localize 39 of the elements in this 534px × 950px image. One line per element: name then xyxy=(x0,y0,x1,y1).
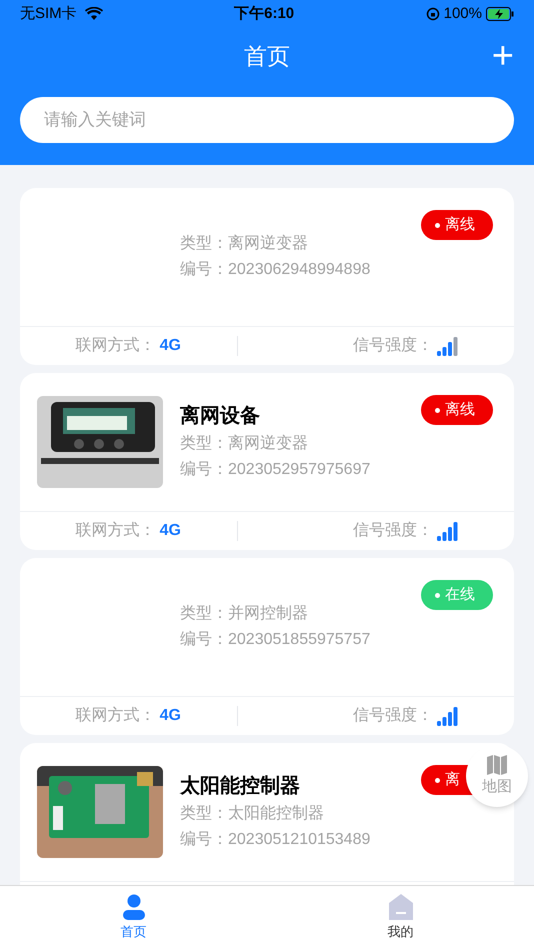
device-name: 太阳能控制器 xyxy=(180,774,300,799)
device-card[interactable]: 类型：并网控制器 编号：2023051855975757 在线 联网方式： 4G 信号强度： xyxy=(20,558,514,735)
battery-text: 100% xyxy=(444,4,482,24)
network-label: 联网方式： xyxy=(76,520,156,541)
device-card[interactable]: 类型：离网逆变器 编号：2023062948994898 离线 联网方式： 4G 信号强度： xyxy=(20,188,514,365)
person-icon xyxy=(122,894,146,920)
network-value: 4G xyxy=(160,521,181,541)
signal-label: 信号强度： xyxy=(352,336,433,356)
device-type: 类型：离网逆变器 xyxy=(180,434,308,454)
network-value: 4G xyxy=(160,706,181,726)
device-id: 编号：2023062948994898 xyxy=(180,260,370,280)
wifi-icon xyxy=(84,7,103,21)
device-type: 类型：并网控制器 xyxy=(180,604,308,624)
carrier-text: 无SIM卡 xyxy=(20,4,77,24)
tab[interactable]: 首页 xyxy=(0,886,267,950)
device-id: 编号：2023052957975697 xyxy=(180,460,370,480)
signal-label: 信号强度： xyxy=(352,706,433,726)
page-title: 首页 xyxy=(244,42,290,71)
battery-icon xyxy=(486,7,514,21)
rotation-lock-icon xyxy=(426,7,440,21)
device-type: 类型：太阳能控制器 xyxy=(180,804,324,824)
device-type: 类型：离网逆变器 xyxy=(180,234,308,254)
signal-label: 信号强度： xyxy=(352,520,433,541)
network-label: 联网方式： xyxy=(76,706,156,726)
status-badge: 离线 xyxy=(421,395,493,425)
time-text: 下午6:10 xyxy=(234,4,294,24)
map-icon xyxy=(486,754,508,776)
device-id: 编号：2023051855975757 xyxy=(180,630,370,650)
device-id: 编号：2023051210153489 xyxy=(180,830,370,850)
device-card[interactable]: 离网设备 类型：离网逆变器 编号：2023052957975697 离线 联网方式： 4G 信号强度： xyxy=(20,373,514,550)
status-badge: 离线 xyxy=(421,210,493,240)
add-button[interactable]: + xyxy=(492,37,514,75)
search-field[interactable]: 请输入关键词 xyxy=(20,97,514,143)
network-label: 联网方式： xyxy=(76,336,156,356)
tab[interactable]: 我的 xyxy=(267,886,534,950)
network-value: 4G xyxy=(160,336,181,356)
device-name: 离网设备 xyxy=(180,404,260,429)
status-badge: 在线 xyxy=(421,580,493,610)
home-icon xyxy=(388,894,412,920)
